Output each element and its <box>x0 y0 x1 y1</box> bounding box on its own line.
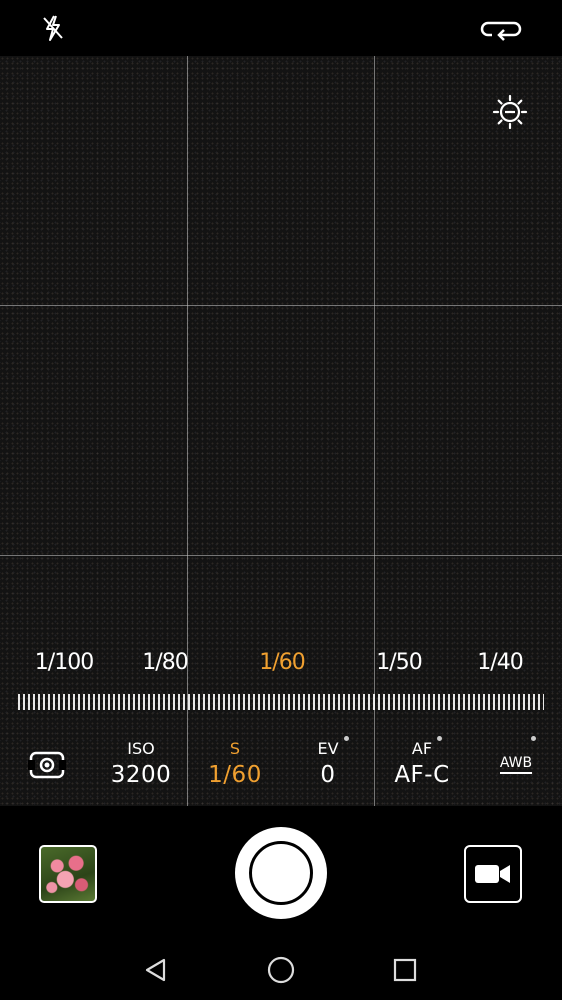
pro-mode-bar: ISO 3200 S 1/60 EV 0 AF AF-C AWB <box>0 725 562 806</box>
shutter-speed-value: 1/60 <box>208 762 262 788</box>
shutter-value[interactable]: 1/80 <box>142 650 188 675</box>
gallery-thumbnail[interactable] <box>39 845 97 903</box>
shutter-speed-label: S <box>229 739 241 758</box>
exposure-icon[interactable] <box>490 92 530 132</box>
grid-line <box>0 555 562 556</box>
af-label: AF <box>411 739 433 758</box>
shutter-speed-setting[interactable]: S 1/60 <box>190 725 280 788</box>
flash-off-icon[interactable] <box>38 12 68 44</box>
ev-value: 0 <box>320 762 336 788</box>
awb-label: AWB <box>499 755 533 774</box>
recents-icon[interactable] <box>389 954 421 986</box>
video-camera-icon <box>475 865 510 883</box>
video-mode-button[interactable] <box>464 845 522 903</box>
auto-indicator-dot <box>437 736 442 741</box>
iso-label: ISO <box>127 739 155 758</box>
navigation-bar <box>0 944 562 1000</box>
auto-indicator-dot <box>531 736 536 741</box>
ev-setting[interactable]: EV 0 <box>283 725 373 788</box>
shutter-value[interactable]: 1/50 <box>376 650 422 675</box>
shutter-slider-ticks[interactable] <box>18 694 544 710</box>
shutter-value-selected[interactable]: 1/60 <box>259 650 305 675</box>
iso-value: 3200 <box>110 762 172 788</box>
af-value: AF-C <box>394 762 450 788</box>
home-icon[interactable] <box>265 954 297 986</box>
shutter-speed-scale[interactable]: 1/100 1/80 1/60 1/50 1/40 <box>0 650 562 692</box>
back-icon[interactable] <box>140 954 172 986</box>
af-setting[interactable]: AF AF-C <box>377 725 467 788</box>
shutter-value[interactable]: 1/100 <box>35 650 94 675</box>
auto-indicator-dot <box>344 736 349 741</box>
shutter-button[interactable] <box>235 827 327 919</box>
ev-label: EV <box>317 739 339 758</box>
grid-line <box>0 305 562 306</box>
shutter-value[interactable]: 1/40 <box>477 650 523 675</box>
shutter-button-ring <box>249 841 313 905</box>
switch-camera-icon[interactable] <box>478 12 524 44</box>
metering-icon[interactable] <box>27 749 67 781</box>
iso-setting[interactable]: ISO 3200 <box>96 725 186 788</box>
awb-setting[interactable]: AWB <box>471 725 561 774</box>
top-bar <box>0 0 562 56</box>
